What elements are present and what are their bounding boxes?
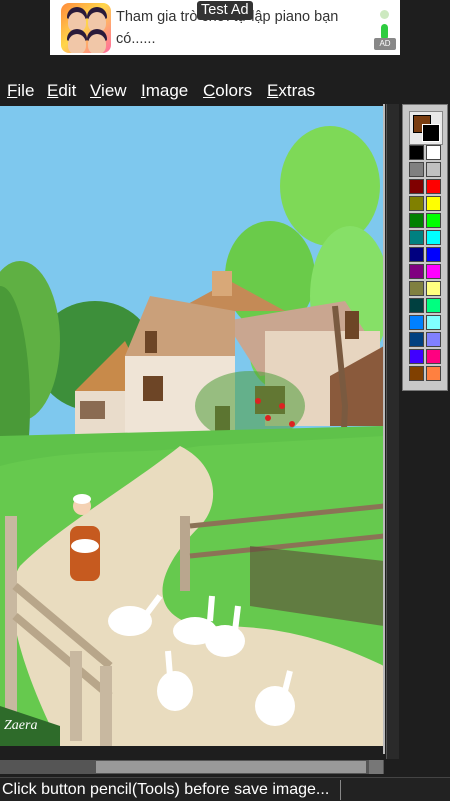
- palette-swatch[interactable]: [426, 213, 441, 228]
- palette-swatch[interactable]: [409, 349, 424, 364]
- status-bar: Click button pencil(Tools) before save i…: [0, 777, 450, 801]
- menu-view[interactable]: View: [90, 80, 127, 102]
- palette-swatch[interactable]: [409, 230, 424, 245]
- palette-swatch[interactable]: [426, 366, 441, 381]
- palette-swatch[interactable]: [409, 298, 424, 313]
- painting-image: [0, 106, 384, 746]
- palette-swatch[interactable]: [426, 281, 441, 296]
- palette-swatch[interactable]: [426, 196, 441, 211]
- palette-swatch[interactable]: [426, 315, 441, 330]
- ad-choices-icon[interactable]: AD: [374, 38, 396, 50]
- palette-swatch[interactable]: [409, 315, 424, 330]
- menu-colors[interactable]: Colors: [203, 80, 252, 102]
- palette-swatch[interactable]: [426, 349, 441, 364]
- drawing-canvas[interactable]: Zaera: [0, 106, 384, 746]
- background-color-swatch[interactable]: [422, 124, 440, 142]
- scrollbar-thumb[interactable]: [96, 761, 366, 773]
- test-ad-badge: Test Ad: [197, 1, 253, 20]
- palette-swatch[interactable]: [409, 179, 424, 194]
- palette-swatch[interactable]: [409, 145, 424, 160]
- palette-swatch[interactable]: [409, 196, 424, 211]
- menu-image[interactable]: Image: [141, 80, 188, 102]
- vertical-scrollbar[interactable]: [386, 104, 399, 759]
- canvas-border: [383, 104, 385, 754]
- ad-indicator-dot: [380, 10, 389, 19]
- palette-swatch[interactable]: [426, 145, 441, 160]
- painting-signature: Zaera: [4, 718, 38, 733]
- palette-swatch[interactable]: [409, 264, 424, 279]
- ad-app-icon[interactable]: [61, 3, 111, 53]
- palette-swatch[interactable]: [409, 162, 424, 177]
- palette-swatch[interactable]: [426, 264, 441, 279]
- menu-edit[interactable]: Edit: [47, 80, 76, 102]
- palette-swatch[interactable]: [426, 230, 441, 245]
- ad-banner[interactable]: Tham gia trò chơi tự lập piano bạn có...…: [50, 0, 400, 55]
- menu-extras[interactable]: Extras: [267, 80, 315, 102]
- palette-swatch[interactable]: [409, 281, 424, 296]
- horizontal-scrollbar[interactable]: [0, 760, 384, 774]
- current-colors[interactable]: [409, 111, 443, 145]
- status-message: Click button pencil(Tools) before save i…: [2, 781, 330, 798]
- menu-file[interactable]: File: [7, 80, 34, 102]
- palette-swatch[interactable]: [409, 247, 424, 262]
- palette-swatch[interactable]: [426, 179, 441, 194]
- palette-swatch[interactable]: [409, 332, 424, 347]
- palette-swatch[interactable]: [426, 247, 441, 262]
- status-separator: [340, 780, 341, 800]
- menu-bar: File Edit View Image Colors Extras: [0, 80, 450, 104]
- palette-swatch[interactable]: [426, 162, 441, 177]
- palette-swatch[interactable]: [426, 332, 441, 347]
- color-palette: [402, 104, 448, 391]
- scroll-corner: [369, 760, 383, 774]
- palette-swatch[interactable]: [426, 298, 441, 313]
- palette-swatch[interactable]: [409, 366, 424, 381]
- palette-swatch[interactable]: [409, 213, 424, 228]
